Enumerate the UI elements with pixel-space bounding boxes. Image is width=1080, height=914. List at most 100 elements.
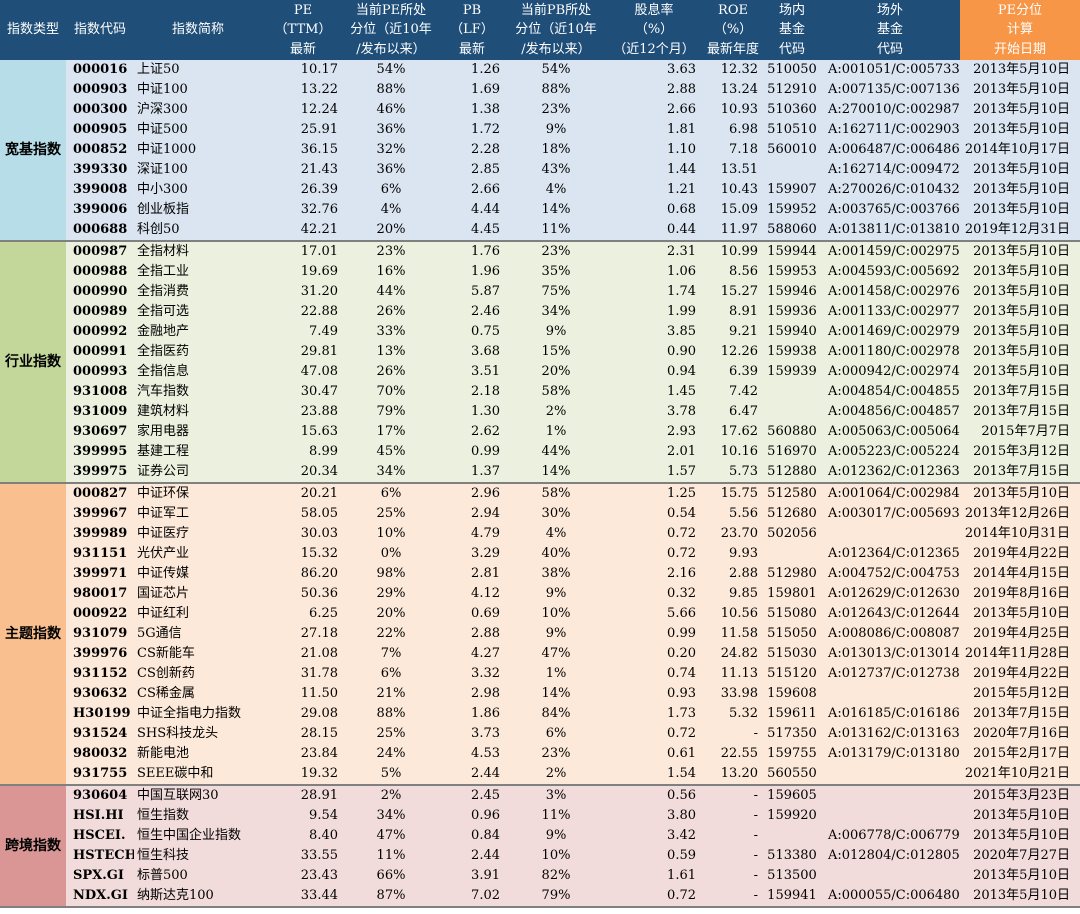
pe-cell: 25.91 bbox=[300, 122, 338, 137]
start-date-cell: 2013年5月10日 bbox=[973, 62, 1070, 77]
start-date-cell: 2013年5月10日 bbox=[973, 364, 1070, 379]
pb-cell: 1.72 bbox=[471, 122, 500, 137]
onexchange-fund-cell: 515120 bbox=[767, 666, 817, 681]
dividend-yield-cell: 0.59 bbox=[667, 848, 696, 863]
onexchange-fund-cell: 159941 bbox=[764, 886, 820, 908]
onexchange-fund-cell: 512680 bbox=[767, 506, 817, 521]
pb-cell: 7.02 bbox=[438, 886, 506, 908]
roe-cell: 10.56 bbox=[720, 606, 758, 621]
pb-cell: 1.96 bbox=[471, 264, 500, 279]
index-name-cell: 建筑材料 bbox=[137, 404, 190, 419]
pe-percentile-cell: 17% bbox=[376, 424, 406, 439]
roe-cell: - bbox=[753, 726, 758, 741]
start-date-cell: 2013年5月10日 bbox=[973, 606, 1070, 621]
dividend-yield-cell: 1.99 bbox=[667, 304, 696, 319]
start-date-cell: 2015年2月17日 bbox=[973, 746, 1070, 761]
index-code-cell: 000688 bbox=[66, 220, 134, 242]
roe-cell: - bbox=[753, 808, 758, 823]
header-index-code: 指数代码 bbox=[66, 0, 134, 60]
roe-cell: 11.58 bbox=[720, 626, 758, 641]
table-row: 399006 创业板指 32.76 4% 4.44 14% 0.68 15.09 159952 A… bbox=[0, 200, 1080, 220]
start-date-cell: 2013年7月15日 bbox=[973, 706, 1070, 721]
onexchange-fund-cell: 515050 bbox=[767, 626, 817, 641]
dividend-yield-cell: 1.44 bbox=[667, 162, 696, 177]
index-code-cell: 931152 bbox=[73, 666, 128, 681]
onexchange-fund-cell: 560010 bbox=[767, 142, 817, 157]
onexchange-fund-cell: 513380 bbox=[767, 848, 817, 863]
pe-cell: 36.15 bbox=[300, 142, 338, 157]
index-code-cell: 980017 bbox=[73, 586, 128, 601]
otc-fund-cell: A:004752/C:004753 bbox=[828, 566, 960, 581]
table-row: 000992 金融地产 7.49 33% 0.75 9% 3.85 9.21 159940 A:0… bbox=[0, 322, 1080, 342]
index-name-cell: 中证医疗 bbox=[137, 526, 190, 541]
pb-percentile-cell: 18% bbox=[541, 142, 571, 157]
onexchange-fund-cell: 159953 bbox=[767, 264, 817, 279]
dividend-yield-cell: 3.42 bbox=[667, 828, 696, 843]
pe-percentile-cell: 5% bbox=[344, 764, 438, 786]
otc-fund-cell: A:004593/C:005692 bbox=[828, 264, 960, 279]
otc-fund-cell: A:008086/C:008087 bbox=[828, 626, 960, 641]
pb-percentile-cell: 43% bbox=[541, 162, 571, 177]
otc-fund-cell: A:000055/C:006480 bbox=[820, 886, 960, 908]
pe-percentile-cell: 34% bbox=[376, 808, 406, 823]
pb-percentile-cell: 58% bbox=[541, 384, 571, 399]
pb-cell: 3.29 bbox=[471, 546, 500, 561]
pe-percentile-cell: 66% bbox=[376, 868, 406, 883]
pe-percentile-cell: 34% bbox=[344, 462, 438, 484]
start-date-cell: 2015年5月12日 bbox=[973, 686, 1070, 701]
dividend-yield-cell: 2.16 bbox=[667, 566, 696, 581]
roe-cell: 5.32 bbox=[729, 706, 758, 721]
pb-percentile-cell: 9% bbox=[545, 828, 567, 843]
pe-cell: 26.39 bbox=[300, 182, 338, 197]
pe-percentile-cell: 26% bbox=[376, 304, 406, 319]
otc-fund-cell: A:001064/C:002984 bbox=[828, 486, 960, 501]
index-code-cell: 000922 bbox=[73, 606, 128, 621]
pb-cell: 2.46 bbox=[471, 304, 500, 319]
roe-cell: - bbox=[753, 788, 758, 803]
table-row: 宽基指数 000016 上证50 10.17 54% 1.26 54% 3.63 12.32 51… bbox=[0, 60, 1080, 242]
otc-fund-cell bbox=[820, 764, 960, 786]
pe-percentile-cell: 32% bbox=[376, 142, 406, 157]
pb-cell: 1.38 bbox=[471, 102, 500, 117]
onexchange-fund-cell bbox=[764, 826, 820, 846]
dividend-yield-cell: 2.01 bbox=[667, 444, 696, 459]
start-date-cell: 2015年3月23日 bbox=[973, 788, 1070, 803]
start-date-cell: 2013年5月10日 bbox=[973, 808, 1070, 823]
start-date-cell: 2014年11月28日 bbox=[964, 646, 1070, 661]
index-code-cell: 000990 bbox=[73, 284, 128, 299]
table-body: 宽基指数 000016 上证50 10.17 54% 1.26 54% 3.63 12.32 51… bbox=[0, 60, 1080, 908]
pb-cell: 1.86 bbox=[471, 706, 500, 721]
dividend-yield-cell: 2.88 bbox=[667, 82, 696, 97]
onexchange-fund-cell: 502056 bbox=[767, 526, 817, 541]
start-date-cell: 2013年5月10日 bbox=[973, 122, 1070, 137]
roe-cell: 2.88 bbox=[729, 566, 758, 581]
header-onexchange-fund-code: 场内 基金 代码 bbox=[764, 0, 820, 60]
index-name-cell: 中国互联网30 bbox=[137, 788, 219, 803]
onexchange-fund-cell: 510510 bbox=[767, 122, 817, 137]
onexchange-fund-cell: 159801 bbox=[767, 586, 817, 601]
index-name-cell: 5G通信 bbox=[137, 626, 182, 641]
roe-cell: 33.98 bbox=[720, 686, 758, 701]
index-name-cell: 中证军工 bbox=[137, 506, 190, 521]
index-name-cell: 中证全指电力指数 bbox=[137, 706, 242, 721]
pb-percentile-cell: 88% bbox=[541, 82, 571, 97]
table-row: HSCEI. 恒生中国企业指数 8.40 47% 0.84 9% 3.42 - A:006778… bbox=[0, 826, 1080, 846]
onexchange-fund-cell: 515030 bbox=[767, 646, 817, 661]
onexchange-fund-cell: 588060 bbox=[764, 220, 820, 242]
pb-cell: 0.96 bbox=[471, 808, 500, 823]
index-code-cell: 000989 bbox=[73, 304, 128, 319]
onexchange-fund-cell: 513500 bbox=[767, 868, 817, 883]
otc-fund-cell: A:013162/C:013163 bbox=[828, 726, 960, 741]
index-code-cell: 930697 bbox=[73, 424, 128, 439]
pe-percentile-cell: 25% bbox=[376, 506, 406, 521]
pb-percentile-cell: 3% bbox=[545, 788, 567, 803]
pb-percentile-cell: 4% bbox=[545, 182, 567, 197]
pb-cell: 2.44 bbox=[471, 848, 500, 863]
index-code-cell: 000903 bbox=[73, 82, 128, 97]
otc-fund-cell: A:001051/C:005733 bbox=[828, 62, 960, 77]
pb-percentile-cell: 23% bbox=[541, 746, 571, 761]
index-code-cell: 399006 bbox=[73, 202, 128, 217]
index-name-cell: 全指工业 bbox=[137, 264, 190, 279]
roe-cell: 6.98 bbox=[729, 122, 758, 137]
pe-percentile-cell: 88% bbox=[376, 82, 406, 97]
